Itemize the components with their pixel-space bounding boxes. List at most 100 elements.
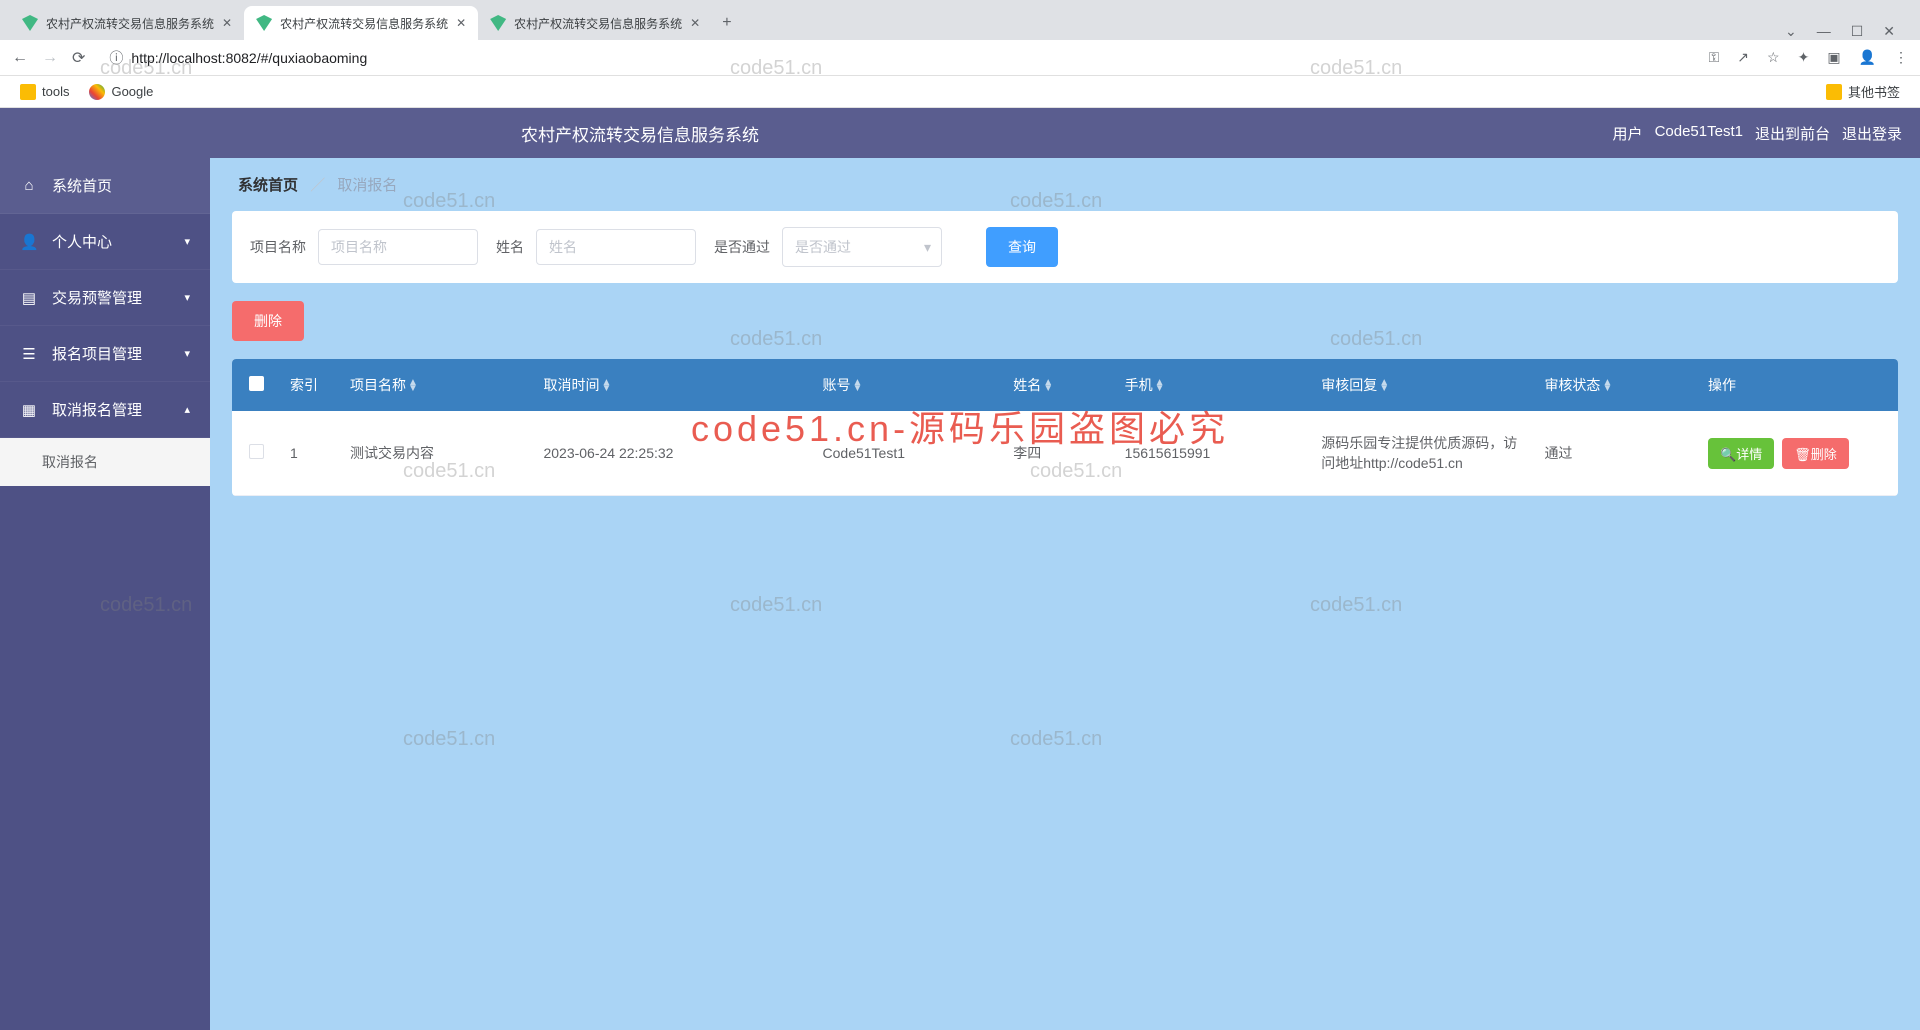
select-all-checkbox[interactable] (249, 376, 264, 391)
col-name[interactable]: 姓名▲▼ (1003, 359, 1114, 411)
user-name: Code51Test1 (1655, 123, 1743, 144)
vue-favicon-icon (256, 15, 272, 31)
close-icon[interactable]: ✕ (456, 16, 466, 30)
detail-button[interactable]: 🔍详情 (1708, 438, 1774, 469)
key-icon[interactable]: ⚿ (1709, 49, 1720, 66)
project-name-input[interactable] (318, 229, 478, 265)
sort-icon: ▲▼ (1043, 380, 1053, 392)
sort-icon: ▲▼ (1379, 380, 1389, 392)
home-icon: ⌂ (20, 177, 38, 194)
sidebar-item-label: 交易预警管理 (52, 287, 142, 308)
col-status[interactable]: 审核状态▲▼ (1534, 359, 1698, 411)
col-reply[interactable]: 审核回复▲▼ (1311, 359, 1534, 411)
name-label: 姓名 (496, 237, 524, 257)
sort-icon: ▲▼ (853, 380, 863, 392)
cell-reply: 源码乐园专注提供优质源码，访问地址http://code51.cn (1311, 411, 1534, 496)
forward-icon[interactable]: → (42, 49, 58, 67)
trash-icon: 🗑 (1794, 447, 1811, 462)
user-icon: 👤 (20, 233, 38, 251)
cell-project: 测试交易内容 (340, 411, 533, 496)
sidebar-item-label: 个人中心 (52, 231, 112, 252)
info-icon: ⓘ (109, 48, 123, 68)
extension-icon[interactable]: ✦ (1798, 49, 1810, 66)
reload-icon[interactable]: ⟳ (72, 48, 85, 68)
sidebar-item-alert[interactable]: ▤ 交易预警管理 ▾ (0, 270, 210, 326)
folder-icon (1826, 84, 1842, 100)
system-title: 农村产权流转交易信息服务系统 (210, 121, 1070, 146)
close-window-icon[interactable]: ✕ (1883, 23, 1895, 40)
close-icon[interactable]: ✕ (690, 16, 700, 30)
col-cancel-time[interactable]: 取消时间▲▼ (533, 359, 812, 411)
vue-favicon-icon (22, 15, 38, 31)
cell-name: 李四 (1003, 411, 1114, 496)
panel-icon[interactable]: ▣ (1827, 49, 1840, 66)
browser-tab-bar: 农村产权流转交易信息服务系统 ✕ 农村产权流转交易信息服务系统 ✕ 农村产权流转… (0, 0, 1920, 40)
bookmark-google[interactable]: Google (89, 84, 153, 100)
breadcrumb: 系统首页 ／ 取消报名 (210, 158, 1920, 211)
chat-icon: ▤ (20, 289, 38, 307)
row-delete-button[interactable]: 🗑删除 (1782, 438, 1849, 469)
list-icon: ☰ (20, 345, 38, 363)
sidebar-item-personal[interactable]: 👤 个人中心 ▾ (0, 214, 210, 270)
back-icon[interactable]: ← (12, 49, 28, 67)
share-icon[interactable]: ↗ (1737, 49, 1749, 66)
data-table: 索引 项目名称▲▼ 取消时间▲▼ 账号▲▼ 姓名▲▼ 手机▲▼ 审核回复▲▼ 审… (232, 359, 1898, 496)
minimize-icon[interactable]: — (1817, 23, 1831, 40)
close-icon[interactable]: ✕ (222, 16, 232, 30)
project-name-label: 项目名称 (250, 237, 306, 257)
cell-cancel-time: 2023-06-24 22:25:32 (533, 411, 812, 496)
sidebar-item-signup[interactable]: ☰ 报名项目管理 ▾ (0, 326, 210, 382)
search-icon: 🔍 (1720, 447, 1736, 462)
pass-label: 是否通过 (714, 237, 770, 257)
profile-icon[interactable]: 👤 (1859, 49, 1876, 66)
chevron-down-icon[interactable]: ⌄ (1785, 23, 1797, 40)
col-project[interactable]: 项目名称▲▼ (340, 359, 533, 411)
tab-title: 农村产权流转交易信息服务系统 (280, 15, 448, 32)
new-tab-button[interactable]: + (712, 6, 741, 40)
address-bar: ← → ⟳ ⓘ http://localhost:8082/#/quxiaoba… (0, 40, 1920, 76)
query-button[interactable]: 查询 (986, 227, 1058, 267)
delete-button[interactable]: 删除 (232, 301, 304, 341)
cell-phone: 15615615991 (1115, 411, 1312, 496)
breadcrumb-home[interactable]: 系统首页 (238, 177, 298, 194)
browser-tab-active[interactable]: 农村产权流转交易信息服务系统 ✕ (244, 6, 478, 40)
table-row: 1 测试交易内容 2023-06-24 22:25:32 Code51Test1… (232, 411, 1898, 496)
star-icon[interactable]: ☆ (1767, 49, 1780, 66)
sidebar-item-home[interactable]: ⌂ 系统首页 (0, 158, 210, 214)
url-input[interactable]: ⓘ http://localhost:8082/#/quxiaobaoming (99, 48, 1694, 68)
google-icon (89, 84, 105, 100)
main-content: 系统首页 ／ 取消报名 项目名称 姓名 是否通过 是否通过 ▾ 查询 删除 (210, 158, 1920, 1030)
vue-favicon-icon (490, 15, 506, 31)
name-input[interactable] (536, 229, 696, 265)
grid-icon: ▦ (20, 401, 38, 419)
row-checkbox[interactable] (249, 444, 264, 459)
maximize-icon[interactable]: ☐ (1851, 23, 1864, 40)
browser-tab[interactable]: 农村产权流转交易信息服务系统 ✕ (10, 6, 244, 40)
tab-title: 农村产权流转交易信息服务系统 (514, 15, 682, 32)
search-panel: 项目名称 姓名 是否通过 是否通过 ▾ 查询 (232, 211, 1898, 283)
chevron-down-icon: ▾ (184, 235, 190, 248)
sidebar-item-cancel-mgmt[interactable]: ▦ 取消报名管理 ▴ (0, 382, 210, 438)
sidebar-item-label: 取消报名管理 (52, 399, 142, 420)
chevron-down-icon: ▾ (184, 347, 190, 360)
sidebar-sub-cancel[interactable]: 取消报名 (0, 438, 210, 486)
cell-index: 1 (280, 411, 340, 496)
sidebar-item-label: 报名项目管理 (52, 343, 142, 364)
exit-to-front-link[interactable]: 退出到前台 (1755, 123, 1830, 144)
menu-icon[interactable]: ⋮ (1894, 49, 1908, 66)
logout-link[interactable]: 退出登录 (1842, 123, 1902, 144)
breadcrumb-separator: ／ (310, 177, 325, 194)
tab-title: 农村产权流转交易信息服务系统 (46, 15, 214, 32)
other-bookmarks[interactable]: 其他书签 (1826, 82, 1900, 101)
chevron-up-icon: ▴ (184, 403, 190, 416)
col-account[interactable]: 账号▲▼ (813, 359, 1004, 411)
pass-select[interactable]: 是否通过 ▾ (782, 227, 942, 267)
bookmark-tools[interactable]: tools (20, 84, 69, 100)
browser-tab[interactable]: 农村产权流转交易信息服务系统 ✕ (478, 6, 712, 40)
col-phone[interactable]: 手机▲▼ (1115, 359, 1312, 411)
sort-icon: ▲▼ (601, 380, 611, 392)
bookmarks-bar: tools Google 其他书签 (0, 76, 1920, 108)
chevron-down-icon: ▾ (184, 291, 190, 304)
sort-icon: ▲▼ (408, 380, 418, 392)
cell-status: 通过 (1534, 411, 1698, 496)
